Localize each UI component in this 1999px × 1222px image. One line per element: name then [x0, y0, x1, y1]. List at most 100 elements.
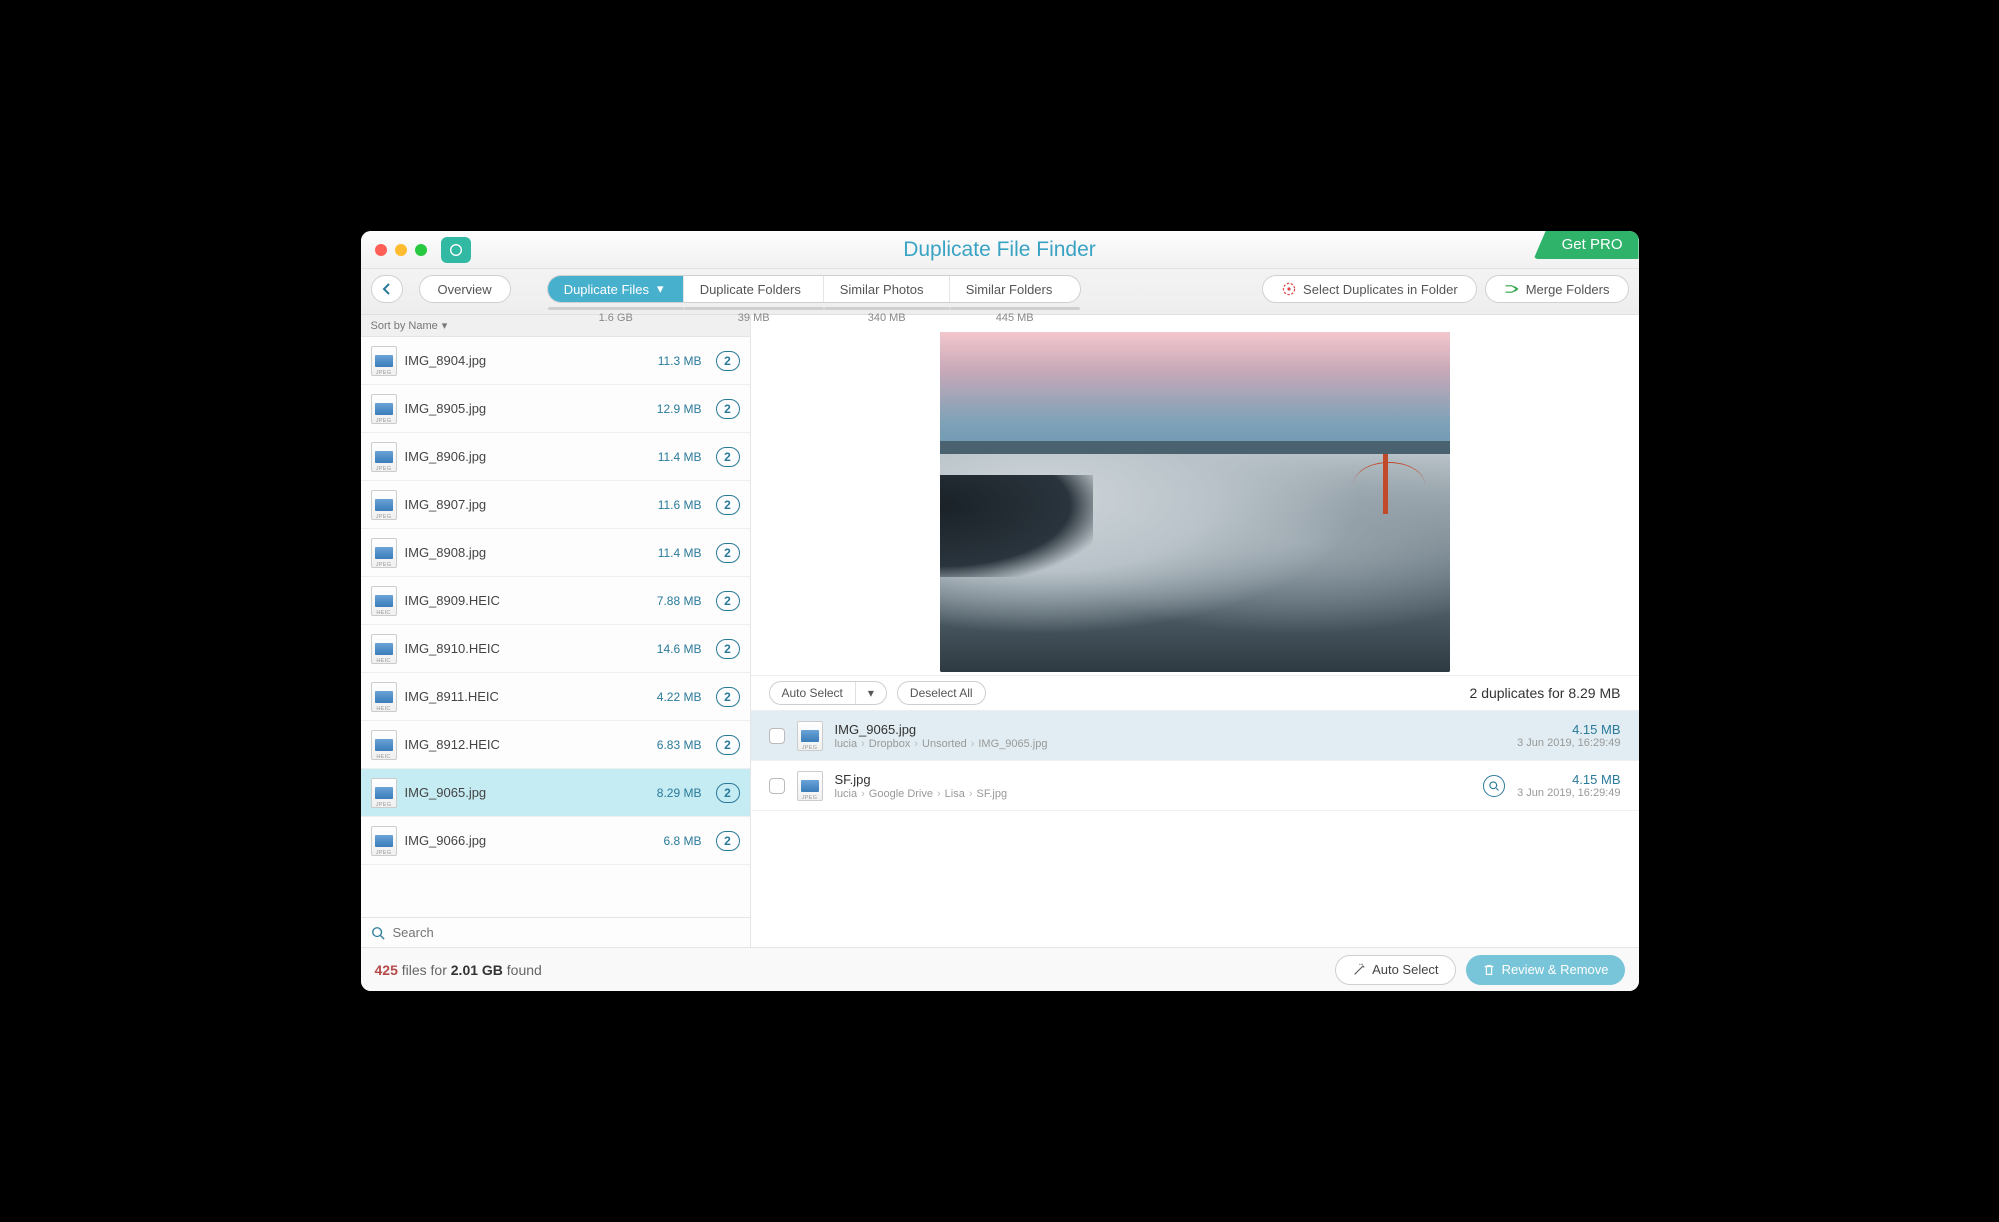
- tab-label: Similar Photos: [840, 282, 924, 297]
- duplicate-count-badge: 2: [716, 351, 740, 371]
- list-item[interactable]: HEICIMG_8910.HEIC14.6 MB2: [361, 625, 750, 673]
- tab-size-label: 340 MB: [824, 307, 950, 324]
- list-item[interactable]: JPEGIMG_8905.jpg12.9 MB2: [361, 385, 750, 433]
- deselect-all-button[interactable]: Deselect All: [897, 681, 986, 705]
- merge-icon: [1504, 281, 1520, 297]
- file-size: 4.22 MB: [657, 690, 702, 704]
- duplicate-row[interactable]: JPEG IMG_9065.jpglucia›Dropbox›Unsorted›I…: [751, 711, 1639, 761]
- toolbar: Overview Duplicate Files ▾ Duplicate Folde…: [361, 269, 1639, 315]
- duplicate-count-badge: 2: [716, 687, 740, 707]
- duplicate-size: 4.15 MB: [1517, 772, 1620, 787]
- trash-icon: [1482, 963, 1496, 977]
- duplicate-count-badge: 2: [716, 639, 740, 659]
- footer-size: 2.01 GB: [451, 962, 503, 978]
- file-icon: JPEG: [371, 538, 397, 568]
- footer-auto-select-button[interactable]: Auto Select: [1335, 955, 1456, 985]
- target-icon: [1281, 281, 1297, 297]
- back-button[interactable]: [371, 275, 403, 303]
- search-input[interactable]: [393, 925, 740, 940]
- tab-similar-photos[interactable]: Similar Photos: [824, 276, 950, 302]
- merge-folders-button[interactable]: Merge Folders: [1485, 275, 1629, 303]
- file-name: IMG_8910.HEIC: [405, 641, 649, 656]
- file-icon: JPEG: [371, 778, 397, 808]
- tab-label: Duplicate Files: [564, 282, 649, 297]
- quicklook-button[interactable]: [1483, 775, 1505, 797]
- file-name: IMG_8907.jpg: [405, 497, 650, 512]
- chevron-down-icon: ▾: [657, 281, 664, 297]
- file-size: 14.6 MB: [657, 642, 702, 656]
- duplicate-size: 4.15 MB: [1517, 722, 1620, 737]
- review-remove-button[interactable]: Review & Remove: [1466, 955, 1625, 985]
- duplicate-count-badge: 2: [716, 495, 740, 515]
- duplicate-path: lucia›Google Drive›Lisa›SF.jpg: [835, 788, 1008, 800]
- list-item[interactable]: JPEGIMG_8904.jpg11.3 MB2: [361, 337, 750, 385]
- duplicate-count-badge: 2: [716, 735, 740, 755]
- tab-similar-folders[interactable]: Similar Folders: [950, 276, 1080, 302]
- list-item[interactable]: HEICIMG_8911.HEIC4.22 MB2: [361, 673, 750, 721]
- file-name: IMG_9065.jpg: [405, 785, 649, 800]
- preview-image: [940, 332, 1450, 672]
- zoom-icon[interactable]: [415, 244, 427, 256]
- list-item[interactable]: HEICIMG_8909.HEIC7.88 MB2: [361, 577, 750, 625]
- tab-sizes: 1.6 GB39 MB340 MB445 MB: [548, 307, 1080, 324]
- auto-select-split-button[interactable]: Auto Select ▾: [769, 681, 887, 705]
- auto-select-button[interactable]: Auto Select: [770, 682, 856, 704]
- search-icon: [371, 926, 385, 940]
- get-pro-button[interactable]: Get PRO: [1534, 231, 1639, 259]
- duplicate-date: 3 Jun 2019, 16:29:49: [1517, 787, 1620, 799]
- file-icon: JPEG: [797, 721, 823, 751]
- list-item[interactable]: JPEG IMG_8907.jpg 11.6 MB 2: [361, 481, 750, 529]
- minimize-icon[interactable]: [395, 244, 407, 256]
- checkbox[interactable]: [769, 728, 785, 744]
- chevron-down-icon: ▾: [442, 319, 448, 332]
- content: Sort by Name ▾ JPEGIMG_8904.jpg11.3 MB2J…: [361, 315, 1639, 947]
- file-name: IMG_8912.HEIC: [405, 737, 649, 752]
- app-window: Duplicate File Finder Get PRO Overview D…: [361, 231, 1639, 991]
- sidebar: Sort by Name ▾ JPEGIMG_8904.jpg11.3 MB2J…: [361, 315, 751, 947]
- duplicate-list: JPEG IMG_9065.jpglucia›Dropbox›Unsorted›I…: [751, 711, 1639, 811]
- duplicate-toolbar: Auto Select ▾ Deselect All 2 duplicates …: [751, 675, 1639, 711]
- select-duplicates-button[interactable]: Select Duplicates in Folder: [1262, 275, 1477, 303]
- list-item[interactable]: HEIC IMG_8912.HEIC 6.83 MB 2: [361, 721, 750, 769]
- file-icon: JPEG: [371, 346, 397, 376]
- file-icon: HEIC: [371, 730, 397, 760]
- duplicate-count-badge: 2: [716, 831, 740, 851]
- duplicate-name: IMG_9065.jpg: [835, 722, 1048, 737]
- checkbox[interactable]: [769, 778, 785, 794]
- duplicate-path: lucia›Dropbox›Unsorted›IMG_9065.jpg: [835, 738, 1048, 750]
- file-size: 6.83 MB: [657, 738, 702, 752]
- duplicate-row[interactable]: JPEGSF.jpglucia›Google Drive›Lisa›SF.jpg…: [751, 761, 1639, 811]
- auto-select-dropdown[interactable]: ▾: [856, 682, 886, 704]
- magnify-icon: [1488, 780, 1500, 792]
- file-name: IMG_8906.jpg: [405, 449, 650, 464]
- duplicate-count-badge: 2: [716, 783, 740, 803]
- tab-size-label: 445 MB: [950, 307, 1080, 324]
- file-size: 11.4 MB: [658, 546, 702, 560]
- file-size: 11.6 MB: [658, 498, 702, 512]
- list-item[interactable]: JPEGIMG_9065.jpg8.29 MB2: [361, 769, 750, 817]
- file-name: IMG_8911.HEIC: [405, 689, 649, 704]
- file-name: IMG_8909.HEIC: [405, 593, 649, 608]
- app-icon: [441, 237, 471, 263]
- list-item[interactable]: JPEGIMG_9066.jpg6.8 MB2: [361, 817, 750, 865]
- search-bar[interactable]: [361, 917, 750, 947]
- file-icon: JPEG: [371, 490, 397, 520]
- file-name: IMG_9066.jpg: [405, 833, 656, 848]
- tab-duplicate-folders[interactable]: Duplicate Folders: [684, 276, 824, 302]
- titlebar: Duplicate File Finder Get PRO: [361, 231, 1639, 269]
- file-list[interactable]: JPEGIMG_8904.jpg11.3 MB2JPEGIMG_8905.jpg…: [361, 337, 750, 917]
- close-icon[interactable]: [375, 244, 387, 256]
- tab-label: Duplicate Folders: [700, 282, 801, 297]
- sort-label: Sort by Name: [371, 320, 438, 332]
- duplicate-summary: 2 duplicates for 8.29 MB: [1470, 685, 1621, 701]
- tab-size-label: 1.6 GB: [548, 307, 684, 324]
- tab-duplicate-files[interactable]: Duplicate Files ▾: [548, 276, 684, 302]
- footer-stats: 425 files for 2.01 GB found: [375, 962, 542, 978]
- overview-button[interactable]: Overview: [419, 275, 511, 303]
- list-item[interactable]: JPEGIMG_8908.jpg11.4 MB2: [361, 529, 750, 577]
- detail-pane: Auto Select ▾ Deselect All 2 duplicates …: [751, 315, 1639, 947]
- footer: 425 files for 2.01 GB found Auto Select …: [361, 947, 1639, 991]
- tab-label: Similar Folders: [966, 282, 1053, 297]
- wand-icon: [1352, 963, 1366, 977]
- list-item[interactable]: JPEGIMG_8906.jpg11.4 MB2: [361, 433, 750, 481]
